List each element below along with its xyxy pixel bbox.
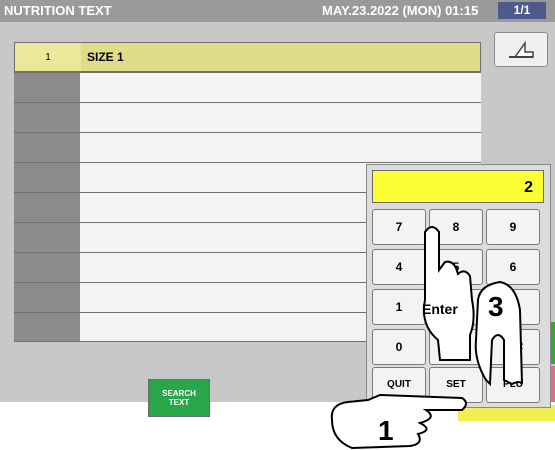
step-3-label: 3 <box>488 291 504 322</box>
plu-hand-icon: 3 <box>474 280 523 387</box>
enter-label: Enter <box>422 301 458 317</box>
step-1-label: 1 <box>378 415 394 446</box>
step1-hand-icon: 1 <box>330 393 467 450</box>
instruction-overlay: Enter 3 1 <box>330 226 523 450</box>
enter-hand-icon: Enter <box>422 226 475 361</box>
